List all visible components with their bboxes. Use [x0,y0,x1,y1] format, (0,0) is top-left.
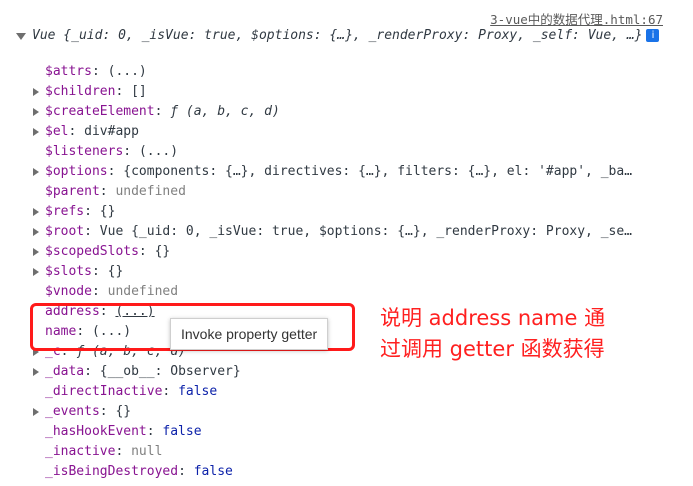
property-value: {components: {…}, directives: {…}, filte… [123,164,633,179]
property-row[interactable]: $parent: undefined [32,182,632,202]
property-row[interactable]: _inactive: null [32,442,632,462]
annotation-line-1: 说明 address name 通 [380,306,606,330]
property-value: false [178,384,218,399]
expand-arrow-icon[interactable] [33,128,39,136]
property-value: undefined [107,284,179,299]
property-key: _data [45,364,85,379]
property-key: $root [45,224,85,239]
property-value: {__ob__: Observer} [99,364,241,379]
property-row[interactable]: _data: {__ob__: Observer} [32,362,632,382]
property-value: false [193,464,233,479]
property-value: Vue {_uid: 0, _isVue: true, $options: {…… [99,224,633,239]
property-key: _hasHookEvent [45,424,147,439]
expand-arrow-icon[interactable] [33,208,39,216]
vue-object-summary: Vue {_uid: 0, _isVue: true, $options: {…… [18,26,678,46]
property-key: $vnode [45,284,92,299]
property-value: {} [154,244,171,259]
expand-arrow-icon[interactable] [33,88,39,96]
invoke-getter-tooltip: Invoke property getter [170,318,329,350]
property-row[interactable]: _events: {} [32,402,632,422]
expand-arrow-icon[interactable] [33,168,39,176]
property-row[interactable]: _directInactive: false [32,382,632,402]
property-value: undefined [115,184,186,199]
property-value: {} [107,264,124,279]
property-key: $scopedSlots [45,244,139,259]
property-value[interactable]: (...) [139,144,178,159]
property-key: _isBeingDestroyed [45,464,179,479]
annotation-line-2: 过调用 getter 函数获得 [380,337,605,361]
property-row[interactable]: $listeners: (...) [32,142,632,162]
property-key: $options [45,164,108,179]
property-row[interactable]: $options: {components: {…}, directives: … [32,162,632,182]
property-row[interactable]: $scopedSlots: {} [32,242,632,262]
annotation-text: 说明 address name 通 过调用 getter 函数获得 [380,303,605,365]
property-row[interactable]: $attrs: (...) [32,62,632,82]
property-value: div#app [84,124,139,139]
property-key: $parent [45,184,100,199]
property-value: {} [99,204,116,219]
property-row[interactable]: $el: div#app [32,122,632,142]
expand-arrow-icon[interactable] [33,108,39,116]
property-list: $attrs: (...) $children: [] $createEleme… [32,62,632,482]
property-key: _inactive [45,444,116,459]
property-key: $createElement [45,104,155,119]
property-key: _events [45,404,100,419]
vue-object-header[interactable]: Vue {_uid: 0, _isVue: true, $options: {…… [16,26,678,46]
property-row[interactable]: $refs: {} [32,202,632,222]
property-row[interactable]: $children: [] [32,82,632,102]
property-key: _directInactive [45,384,163,399]
header-text: Vue {_uid: 0, _isVue: true, $options: {…… [32,28,643,43]
property-value: {} [115,404,132,419]
property-row[interactable]: $slots: {} [32,262,632,282]
collapse-triangle-icon[interactable] [16,33,26,40]
property-key: $children [45,84,116,99]
property-row[interactable]: _isBeingDestroyed: false [32,462,632,482]
expand-arrow-icon[interactable] [33,368,39,376]
info-icon[interactable]: i [646,29,660,42]
property-key: $refs [45,204,85,219]
property-value[interactable]: (...) [108,64,147,79]
property-row[interactable]: $vnode: undefined [32,282,632,302]
property-row[interactable]: _hasHookEvent: false [32,422,632,442]
property-row[interactable]: $createElement: ƒ (a, b, c, d) [32,102,632,122]
expand-arrow-icon[interactable] [33,268,39,276]
property-key: $listeners [45,144,124,159]
property-value: false [162,424,202,439]
property-value: null [131,444,163,459]
property-key: $slots [45,264,92,279]
property-value: ƒ (a, b, c, d) [170,104,280,119]
expand-arrow-icon[interactable] [33,248,39,256]
expand-arrow-icon[interactable] [33,228,39,236]
property-key: $attrs [45,64,92,79]
property-value: [] [131,84,147,99]
property-key: $el [45,124,69,139]
property-row[interactable]: $root: Vue {_uid: 0, _isVue: true, $opti… [32,222,632,242]
expand-arrow-icon[interactable] [33,408,39,416]
